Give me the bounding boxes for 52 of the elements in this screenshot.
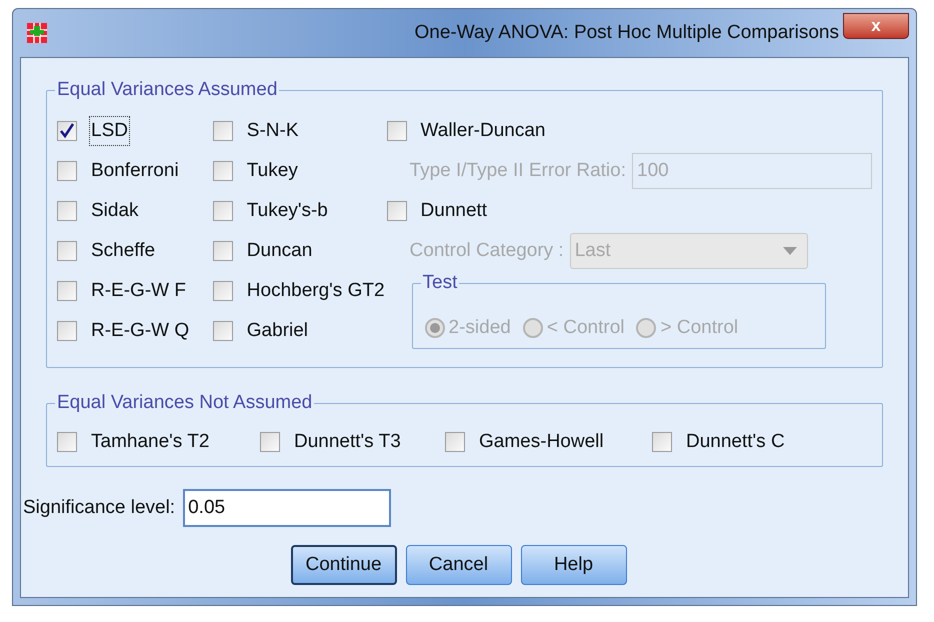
checkmark-icon (59, 123, 75, 139)
checkbox[interactable] (57, 432, 77, 452)
checkbox-label: Tukey's-b (246, 198, 329, 223)
dropdown-arrow-icon (782, 247, 797, 255)
field-label: Control Category : (410, 238, 564, 263)
checkbox[interactable] (57, 121, 77, 141)
checkbox[interactable] (212, 321, 233, 341)
checkbox[interactable] (212, 201, 233, 221)
checkbox-label: Sidak (90, 198, 140, 223)
checkbox[interactable] (212, 281, 233, 301)
checkbox[interactable] (57, 161, 77, 181)
group-title: Equal Variances Not Assumed (55, 391, 314, 415)
checkbox-label: Dunnett's C (685, 430, 786, 454)
group-title: Equal Variances Assumed (55, 78, 280, 102)
checkbox[interactable] (57, 241, 77, 261)
checkbox-label: Dunnett (420, 198, 488, 223)
checkbox-label: Hochberg's GT2 (246, 278, 386, 303)
checkbox-label: R-E-G-W F (90, 278, 187, 303)
checkbox-label: Waller-Duncan (420, 118, 546, 143)
checkbox-label: Bonferroni (90, 158, 180, 183)
radio-label: > Control (660, 316, 738, 340)
checkbox-label: Tukey (246, 158, 299, 183)
checkbox-label: LSD (89, 116, 130, 146)
checkbox-label: Duncan (246, 238, 314, 263)
checkbox[interactable] (57, 321, 77, 341)
radio-label: 2-sided (448, 316, 511, 340)
checkbox[interactable] (652, 432, 672, 452)
checkbox-label: R-E-G-W Q (90, 318, 190, 343)
checkbox[interactable] (57, 281, 77, 301)
checkbox-label: Gabriel (246, 318, 310, 343)
checkbox-label: Tamhane's T2 (90, 430, 210, 454)
checkbox[interactable] (57, 201, 77, 221)
dialog-button[interactable]: Cancel (406, 545, 512, 585)
checkbox[interactable] (386, 201, 407, 221)
checkbox[interactable] (212, 241, 233, 261)
checkbox[interactable] (386, 121, 407, 141)
checkbox-label: Scheffe (90, 238, 156, 263)
checkbox[interactable] (212, 121, 233, 141)
table-icon (26, 22, 48, 44)
checkbox-label: Games-Howell (478, 430, 605, 454)
field-label: Significance level: (23, 496, 176, 520)
window-title: One-Way ANOVA: Post Hoc Multiple Comparisons (414, 20, 839, 45)
checkbox-label: S-N-K (246, 118, 300, 143)
checkbox[interactable] (212, 161, 233, 181)
checkbox[interactable] (445, 432, 465, 452)
checkbox[interactable] (260, 432, 280, 452)
checkbox-label: Dunnett's T3 (293, 430, 402, 454)
radio-label: < Control (546, 316, 624, 340)
significance-field[interactable]: 0.05 (183, 489, 392, 527)
dialog-button[interactable]: Continue (290, 545, 396, 585)
dialog-button[interactable]: Help (520, 545, 626, 585)
field-label: Type I/Type II Error Ratio: (410, 158, 626, 183)
